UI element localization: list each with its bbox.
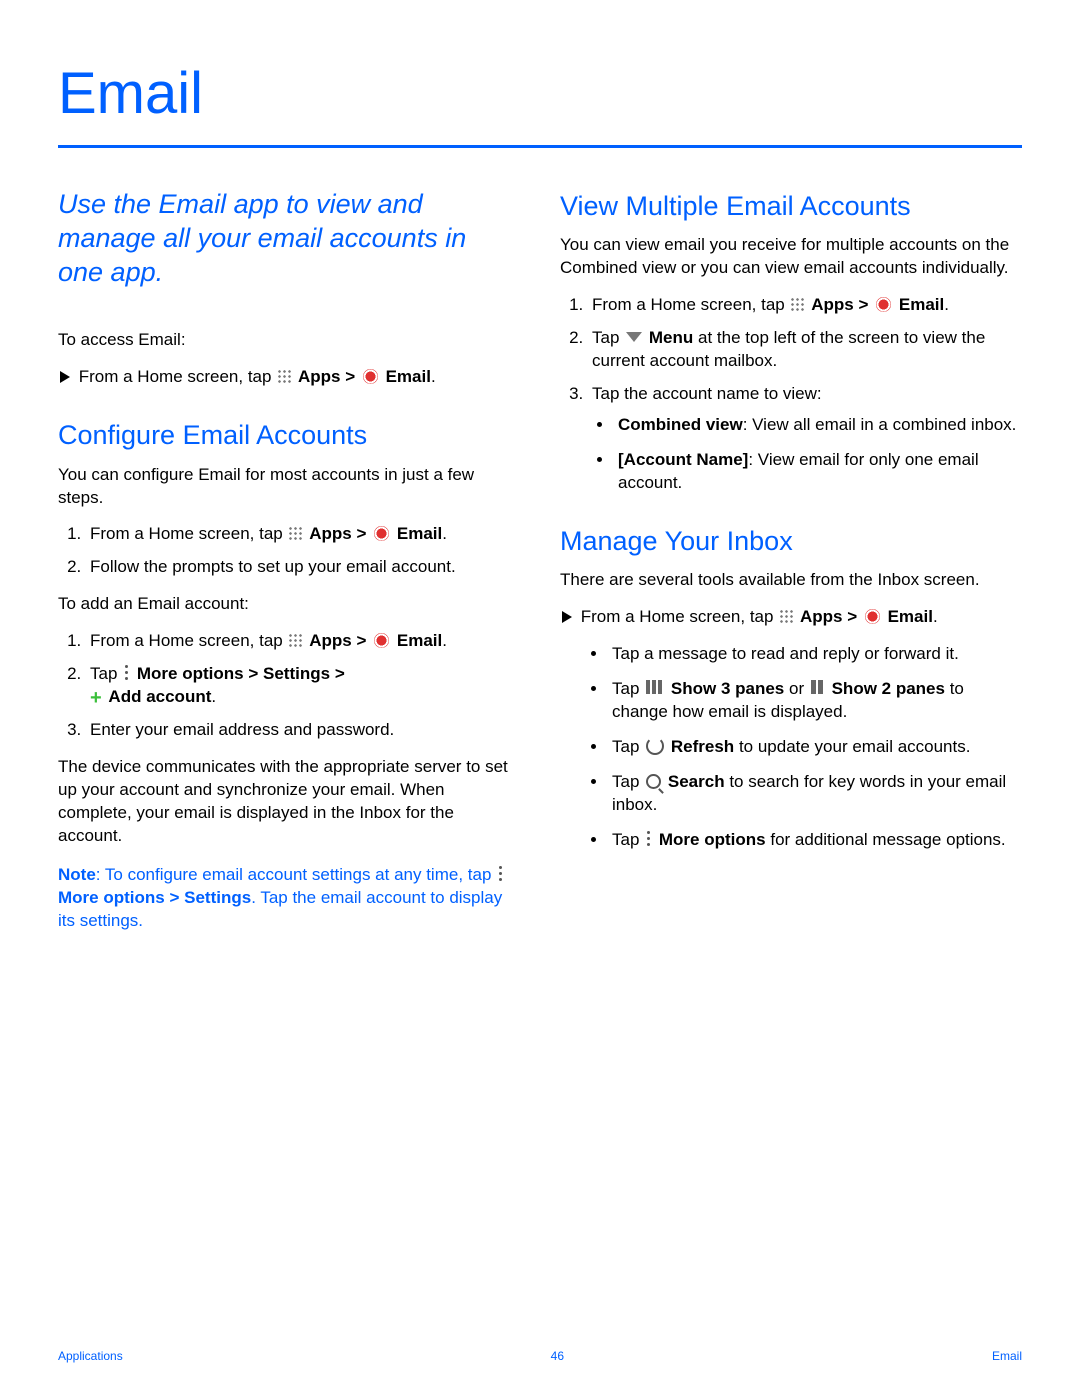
combined-view-item: Combined view: View all email in a combi… <box>614 414 1020 437</box>
view-steps: From a Home screen, tap Apps > Email. Ta… <box>560 294 1020 495</box>
page: Email Use the Email app to view and mana… <box>0 0 1080 1397</box>
view-step-1: From a Home screen, tap Apps > Email. <box>588 294 1020 317</box>
more-options-icon <box>122 665 132 681</box>
arrow-right-icon <box>562 611 572 623</box>
to-access: To access Email: <box>58 329 518 352</box>
email-app-icon <box>374 633 389 648</box>
email-app-icon <box>363 369 378 384</box>
section-configure-heading: Configure Email Accounts <box>58 417 518 453</box>
configure-steps: From a Home screen, tap Apps > Email. Fo… <box>58 523 518 579</box>
left-column: Use the Email app to view and manage all… <box>58 188 518 947</box>
manage-b5: Tap More options for additional message … <box>608 829 1020 852</box>
add-step-2: Tap More options > Settings > + Add acco… <box>86 663 518 709</box>
footer-left: Applications <box>58 1349 123 1363</box>
menu-dropdown-icon <box>626 332 642 342</box>
manage-b1: Tap a message to read and reply or forwa… <box>608 643 1020 666</box>
view-sublist: Combined view: View all email in a combi… <box>592 414 1020 495</box>
show-2-panes-icon <box>811 680 825 694</box>
view-step-3: Tap the account name to view: Combined v… <box>588 383 1020 495</box>
configure-step-1: From a Home screen, tap Apps > Email. <box>86 523 518 546</box>
access-step: From a Home screen, tap Apps > Email. <box>60 366 518 389</box>
email-app-icon <box>374 526 389 541</box>
apps-grid-icon <box>288 526 303 541</box>
right-column: View Multiple Email Accounts You can vie… <box>560 188 1020 947</box>
add-step-1: From a Home screen, tap Apps > Email. <box>86 630 518 653</box>
refresh-icon <box>646 737 664 755</box>
footer: Applications 46 Email <box>58 1349 1022 1363</box>
divider <box>58 145 1022 148</box>
account-name-item: [Account Name]: View email for only one … <box>614 449 1020 495</box>
footer-page-number: 46 <box>551 1349 564 1363</box>
page-title: Email <box>58 60 1022 127</box>
apps-grid-icon <box>277 369 292 384</box>
view-p1: You can view email you receive for multi… <box>560 234 1020 280</box>
manage-b4: Tap Search to search for key words in yo… <box>608 771 1020 817</box>
note: Note: To configure email account setting… <box>58 864 518 933</box>
configure-step-2: Follow the prompts to set up your email … <box>86 556 518 579</box>
more-options-icon <box>496 866 506 882</box>
email-app-icon <box>865 609 880 624</box>
manage-access: From a Home screen, tap Apps > Email. <box>562 606 1020 629</box>
add-step-3: Enter your email address and password. <box>86 719 518 742</box>
section-view-heading: View Multiple Email Accounts <box>560 188 1020 224</box>
more-options-icon <box>644 831 654 847</box>
apps-grid-icon <box>779 609 794 624</box>
view-step-2: Tap Menu at the top left of the screen t… <box>588 327 1020 373</box>
manage-bullets: Tap a message to read and reply or forwa… <box>560 643 1020 852</box>
to-add-account: To add an Email account: <box>58 593 518 616</box>
footer-right: Email <box>992 1349 1022 1363</box>
columns: Use the Email app to view and manage all… <box>58 188 1022 947</box>
device-sync-p: The device communicates with the appropr… <box>58 756 518 848</box>
apps-grid-icon <box>288 633 303 648</box>
apps-grid-icon <box>790 297 805 312</box>
show-3-panes-icon <box>646 680 664 694</box>
configure-p1: You can configure Email for most account… <box>58 464 518 510</box>
manage-b2: Tap Show 3 panes or Show 2 panes to chan… <box>608 678 1020 724</box>
manage-b3: Tap Refresh to update your email account… <box>608 736 1020 759</box>
arrow-right-icon <box>60 371 70 383</box>
section-manage-heading: Manage Your Inbox <box>560 523 1020 559</box>
add-account-steps: From a Home screen, tap Apps > Email. Ta… <box>58 630 518 742</box>
intro: Use the Email app to view and manage all… <box>58 188 518 289</box>
search-icon <box>646 774 661 789</box>
manage-p1: There are several tools available from t… <box>560 569 1020 592</box>
email-app-icon <box>876 297 891 312</box>
